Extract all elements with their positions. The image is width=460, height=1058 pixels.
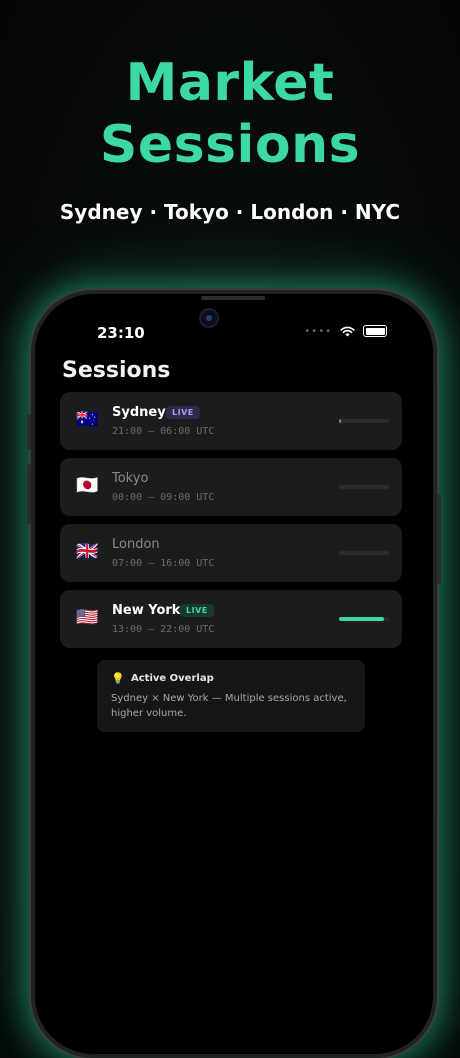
session-card-tokyo[interactable]: 🇯🇵 Tokyo 00:00 — 09:00 UTC (60, 458, 402, 516)
phone-frame: 23:10 •••• Sessions 🇦🇺 Sydney LIVE 21:00… (27, 290, 441, 1058)
hero-title-line1: Market (125, 53, 335, 113)
session-progress-fill (339, 419, 341, 423)
session-card-london[interactable]: 🇬🇧 London 07:00 — 16:00 UTC (60, 524, 402, 582)
flag-uk-icon: 🇬🇧 (76, 541, 99, 562)
hero-subtitle: Sydney · Tokyo · London · NYC (59, 200, 401, 224)
session-card-sydney[interactable]: 🇦🇺 Sydney LIVE 21:00 — 06:00 UTC (60, 392, 402, 450)
live-badge: LIVE (180, 604, 214, 617)
session-progress-fill (339, 617, 384, 621)
session-hours: 21:00 — 06:00 UTC (112, 426, 215, 437)
power-button (437, 494, 441, 584)
session-name: London (112, 537, 160, 552)
session-progress-bar (339, 551, 389, 555)
session-hours: 07:00 — 16:00 UTC (112, 558, 215, 569)
screen-title: Sessions (62, 358, 171, 383)
flag-australia-icon: 🇦🇺 (76, 409, 99, 430)
session-name: Tokyo (112, 471, 149, 486)
battery-icon (363, 325, 387, 337)
session-progress-bar (339, 485, 389, 489)
hero-title-line2: Sessions (99, 115, 361, 175)
overlap-title: Active Overlap (131, 673, 214, 684)
flag-japan-icon: 🇯🇵 (76, 475, 99, 496)
lightbulb-icon: 💡 (111, 672, 125, 685)
session-progress-bar (339, 617, 389, 621)
speaker-grille (201, 296, 265, 300)
session-name: New York (112, 603, 181, 618)
volume-up-button (27, 464, 31, 524)
flag-usa-icon: 🇺🇸 (76, 607, 99, 628)
cellular-dots-icon: •••• (304, 325, 332, 337)
active-overlap-card: 💡 Active Overlap Sydney × New York — Mul… (97, 660, 365, 732)
overlap-description: Sydney × New York — Multiple sessions ac… (111, 693, 347, 719)
mute-switch (27, 414, 31, 450)
session-card-new-york[interactable]: 🇺🇸 New York LIVE 13:00 — 22:00 UTC (60, 590, 402, 648)
status-time: 23:10 (97, 324, 145, 342)
session-hours: 13:00 — 22:00 UTC (112, 624, 215, 635)
session-hours: 00:00 — 09:00 UTC (112, 492, 215, 503)
status-icons: •••• (304, 325, 387, 337)
hero-title: Market Sessions (0, 52, 460, 176)
session-name: Sydney (112, 405, 166, 420)
wifi-icon (340, 326, 355, 336)
camera-icon (199, 308, 219, 328)
session-progress-bar (339, 419, 389, 423)
live-badge: LIVE (166, 406, 200, 419)
